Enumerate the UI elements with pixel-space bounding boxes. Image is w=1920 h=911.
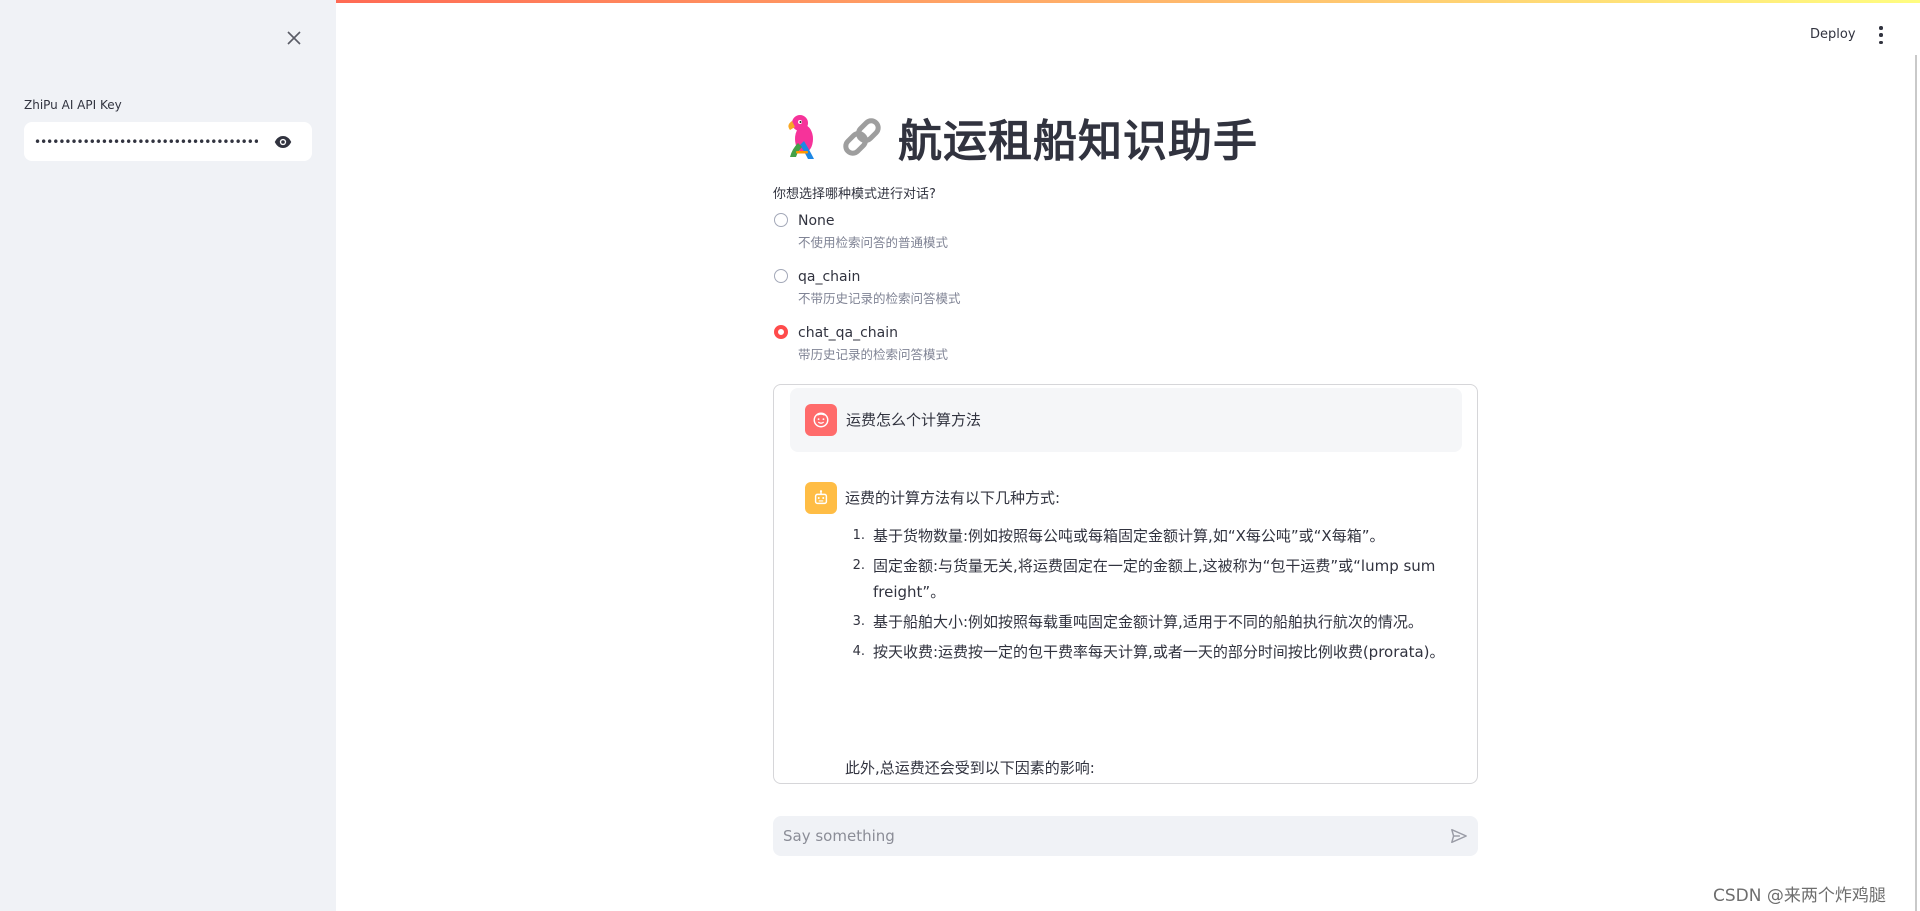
close-icon [287,31,301,45]
api-key-input[interactable]: ••••••••••••••••••••••••••••••••••••••••… [24,122,312,161]
sidebar: ZhiPu AI API Key •••••••••••••••••••••••… [0,0,336,911]
radio-label: qa_chain [798,269,861,285]
chat-input-placeholder: Say something [783,827,895,845]
link-icon [843,118,881,156]
radio-label: None [798,213,835,229]
radio-caption: 不使用检索问答的普通模式 [798,235,949,250]
watermark: CSDN @来两个炸鸡腿 [1713,886,1886,906]
user-avatar-icon [813,412,829,428]
more-vertical-icon [1879,26,1883,30]
send-icon [1451,828,1467,844]
assistant-answer-list: 1. 基于货物数量:例如按照每公吨或每箱固定金额计算,如“X每公吨”或“X每箱”。… [845,523,1455,669]
api-key-label: ZhiPu AI API Key [24,98,122,112]
scrollbar[interactable] [1915,55,1917,911]
parrot-icon [788,115,814,159]
radio-button[interactable] [774,213,788,227]
robot-icon [814,490,828,505]
user-avatar [805,404,837,436]
radio-option-none[interactable]: None 不使用检索问答的普通模式 [774,211,948,252]
list-item: 2. 固定金额:与货量无关,将运费固定在一定的金额上,这被称为“包干运费”或“lu… [852,557,1436,601]
page-title: 航运租船知识助手 [898,116,1258,167]
close-sidebar-button[interactable] [282,26,306,50]
radio-caption: 带历史记录的检索问答模式 [798,347,949,362]
main-menu-button[interactable] [1876,26,1886,44]
api-key-value: ••••••••••••••••••••••••••••••••••••••••… [34,134,258,149]
page-title-row: 航运租船知识助手 [778,108,1258,167]
radio-label: chat_qa_chain [798,325,899,341]
list-item: 4. 按天收费:运费按一定的包干费率每天计算,或者一天的部分时间按比例收费(pro… [852,643,1445,661]
list-item: 1. 基于货物数量:例如按照每公吨或每箱固定金额计算,如“X每公吨”或“X每箱”。 [852,527,1385,545]
radio-button[interactable] [774,269,788,283]
deploy-button[interactable]: Deploy [1810,27,1856,42]
user-message-text: 运费怎么个计算方法 [846,411,982,429]
show-password-button[interactable] [274,133,292,151]
chat-input[interactable]: Say something [773,816,1478,856]
radio-caption: 不带历史记录的检索问答模式 [798,291,961,306]
radio-question-label: 你想选择哪种模式进行对话? [773,187,936,202]
list-item: 3. 基于船舶大小:例如按照每载重吨固定金额计算,适用于不同的船舶执行航次的情况。 [852,613,1423,631]
radio-option-qa-chain[interactable]: qa_chain 不带历史记录的检索问答模式 [774,267,961,308]
radio-button-selected[interactable] [774,325,788,339]
send-button[interactable] [1450,827,1468,845]
radio-option-chat-qa-chain[interactable]: chat_qa_chain 带历史记录的检索问答模式 [774,323,948,364]
chat-messages-container[interactable]: 运费怎么个计算方法 运费的计算方法有以下几种方式: 1. 基于货物数量:例如按照每… [773,384,1478,784]
user-message: 运费怎么个计算方法 [790,388,1462,452]
assistant-avatar [805,482,837,514]
assistant-footer-text: 此外,总运费还会受到以下因素的影响: [845,759,1095,777]
assistant-intro-text: 运费的计算方法有以下几种方式: [845,489,1061,507]
eye-icon [274,136,292,148]
